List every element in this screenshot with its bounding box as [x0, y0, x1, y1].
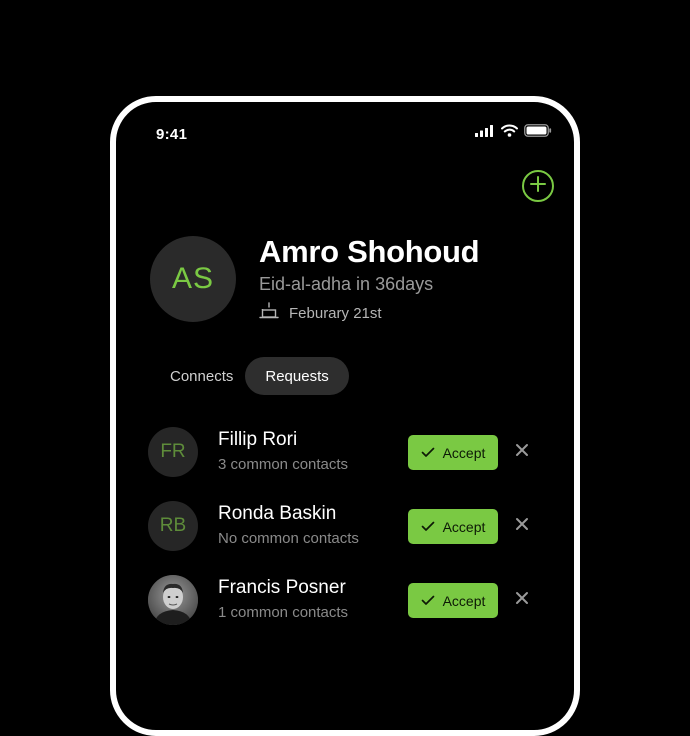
add-button[interactable]: [522, 170, 554, 202]
tab-requests[interactable]: Requests: [245, 357, 349, 395]
tab-connects[interactable]: Connects: [156, 357, 251, 395]
common-contacts: No common contacts: [218, 530, 359, 547]
profile-event-countdown: Eid-al-adha in 36days: [259, 274, 434, 294]
accept-label: Accept: [442, 592, 486, 609]
profile-name: Amro Shohoud: [259, 234, 480, 269]
decline-button[interactable]: [512, 590, 532, 610]
person-photo-icon: [148, 575, 198, 625]
status-icons: [475, 124, 552, 142]
check-icon: [421, 445, 435, 461]
cake-icon: [259, 302, 279, 324]
decline-button[interactable]: [512, 442, 532, 462]
close-icon: [515, 517, 529, 536]
accept-button[interactable]: Accept: [408, 509, 498, 544]
accept-label: Accept: [442, 444, 486, 461]
accept-button[interactable]: Accept: [408, 435, 498, 470]
list-item: FR Fillip Rori 3 common contacts Accept: [148, 427, 558, 477]
list-item: Francis Posner 1 common contacts Accept: [148, 575, 558, 625]
avatar[interactable]: FR: [148, 427, 198, 477]
check-icon: [421, 519, 435, 535]
contact-name: Francis Posner: [218, 577, 346, 598]
avatar-photo[interactable]: [148, 575, 198, 625]
phone-frame: 9:41 AS Amro Shohoud Eid-al-adha in 36da…: [110, 96, 580, 736]
accept-label: Accept: [442, 518, 486, 535]
signal-icon: [475, 124, 495, 142]
contact-name: Ronda Baskin: [218, 503, 337, 524]
accept-button[interactable]: Accept: [408, 583, 498, 618]
common-contacts: 3 common contacts: [218, 456, 349, 473]
plus-icon: [529, 175, 547, 198]
common-contacts: 1 common contacts: [218, 604, 349, 621]
tab-bar: Connects Requests: [156, 357, 349, 395]
wifi-icon: [501, 124, 518, 142]
birthday-date: Feburary 21st: [289, 304, 382, 322]
contact-name: Fillip Rori: [218, 429, 298, 450]
check-icon: [421, 593, 435, 609]
close-icon: [515, 591, 529, 610]
close-icon: [515, 443, 529, 462]
list-item: RB Ronda Baskin No common contacts Accep…: [148, 501, 558, 551]
avatar[interactable]: RB: [148, 501, 198, 551]
decline-button[interactable]: [512, 516, 532, 536]
profile-birthday: Feburary 21st: [259, 302, 382, 324]
battery-icon: [524, 124, 552, 142]
status-time: 9:41: [156, 126, 188, 143]
profile-avatar[interactable]: AS: [150, 236, 236, 322]
